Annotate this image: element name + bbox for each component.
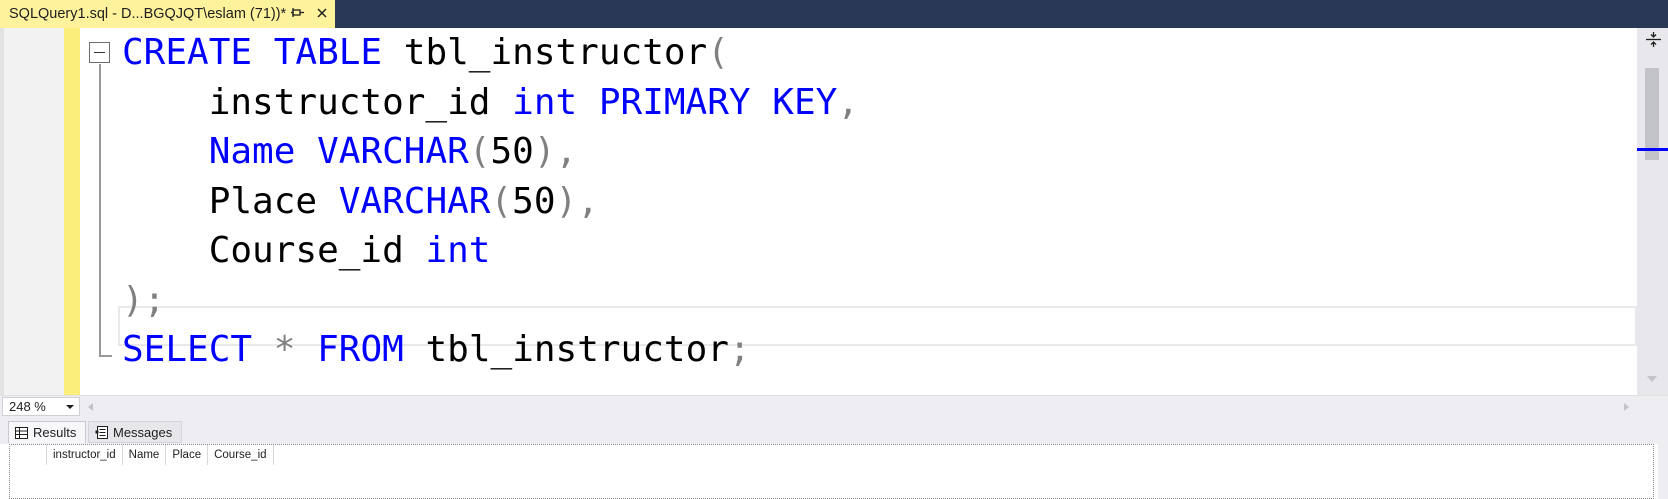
vertical-scroll-thumb[interactable] [1645, 68, 1659, 160]
sql-keyword: Name [208, 131, 296, 172]
outline-guide-line [99, 64, 101, 357]
sql-keyword: VARCHAR [338, 181, 491, 222]
sql-operator: ); [122, 280, 166, 321]
row-selector-header[interactable] [10, 445, 47, 465]
document-tab-title: SQLQuery1.sql - D...BGQJQT\eslam (71))* [9, 6, 287, 22]
results-right-edge [1658, 417, 1668, 499]
editor-gutter [4, 28, 64, 395]
code-line-4[interactable]: Place VARCHAR(50), [122, 177, 599, 227]
column-header-instructor-id[interactable]: instructor_id [47, 445, 123, 465]
sql-text: 50 [490, 131, 534, 172]
change-tracking-bar [64, 28, 80, 395]
scroll-left-arrow-icon[interactable] [88, 403, 93, 411]
sql-operator: ( [468, 131, 491, 172]
results-tab-strip: Results Messages [0, 417, 1668, 444]
zoom-value: 248 % [9, 399, 46, 414]
chevron-down-icon [66, 405, 74, 409]
sql-text: Place [122, 181, 339, 222]
column-header-name[interactable]: Name [123, 445, 167, 465]
sql-keyword: FROM [317, 329, 404, 370]
tab-messages-label: Messages [113, 424, 173, 440]
sql-keyword: SELECT [122, 329, 253, 370]
messages-icon [95, 425, 108, 439]
column-header-place[interactable]: Place [166, 445, 209, 465]
tab-results[interactable]: Results [8, 421, 86, 443]
sql-text: 50 [512, 181, 556, 222]
caret-position-marker [1637, 148, 1668, 151]
sql-text: tbl_instructor [382, 32, 708, 73]
code-line-3[interactable]: Name VARCHAR(50), [122, 127, 578, 177]
sql-keyword: TABLE [273, 32, 383, 73]
collapse-region-icon[interactable] [89, 42, 110, 63]
sql-operator: ( [490, 181, 513, 222]
results-grid[interactable]: instructor_id Name Place Course_id [9, 444, 1654, 499]
grid-header-row: instructor_id Name Place Course_id [10, 445, 274, 465]
sql-keyword: int [425, 230, 491, 271]
sql-keyword: int [512, 82, 578, 123]
sql-operator: , [837, 82, 859, 123]
sql-operator: ( [707, 32, 729, 73]
sql-text: Course_id [122, 230, 426, 271]
code-line-6[interactable]: ); [122, 276, 165, 326]
sql-keyword: VARCHAR [317, 131, 469, 172]
sql-keyword: KEY [772, 82, 838, 123]
outline-margin [80, 28, 110, 395]
pin-icon[interactable] [291, 6, 305, 20]
sql-operator: ), [555, 181, 599, 222]
sql-editor[interactable]: CREATE TABLE tbl_instructor( instructor_… [0, 28, 1668, 395]
grid-icon [15, 426, 28, 439]
close-icon[interactable] [316, 6, 328, 20]
scroll-down-arrow-icon[interactable] [1647, 376, 1657, 382]
sql-operator: * [273, 329, 296, 370]
sql-text: instructor_id [122, 82, 513, 123]
zoom-dropdown[interactable]: 248 % [2, 397, 80, 416]
outline-guide-end [99, 355, 112, 357]
code-line-7[interactable]: SELECT * FROM tbl_instructor; [122, 325, 751, 375]
code-line-1[interactable]: CREATE TABLE tbl_instructor( [122, 28, 729, 78]
tab-results-label: Results [33, 425, 77, 440]
code-line-2[interactable]: instructor_id int PRIMARY KEY, [122, 78, 859, 128]
column-header-course-id[interactable]: Course_id [208, 445, 274, 465]
sql-operator: ; [728, 329, 751, 370]
zoom-scroll-bar: 248 % [0, 395, 1668, 417]
sql-text: tbl_instructor [403, 329, 729, 370]
sql-keyword: PRIMARY [598, 82, 751, 123]
tab-messages[interactable]: Messages [88, 421, 182, 443]
sql-keyword: CREATE [122, 32, 253, 73]
document-tab-bar: SQLQuery1.sql - D...BGQJQT\eslam (71))* [0, 0, 1668, 28]
code-line-5[interactable]: Course_id int [122, 226, 491, 276]
split-window-icon[interactable] [1645, 31, 1662, 48]
document-tab[interactable]: SQLQuery1.sql - D...BGQJQT\eslam (71))* [0, 0, 335, 28]
scroll-right-arrow-icon[interactable] [1624, 403, 1629, 411]
sql-operator: ), [533, 131, 578, 172]
